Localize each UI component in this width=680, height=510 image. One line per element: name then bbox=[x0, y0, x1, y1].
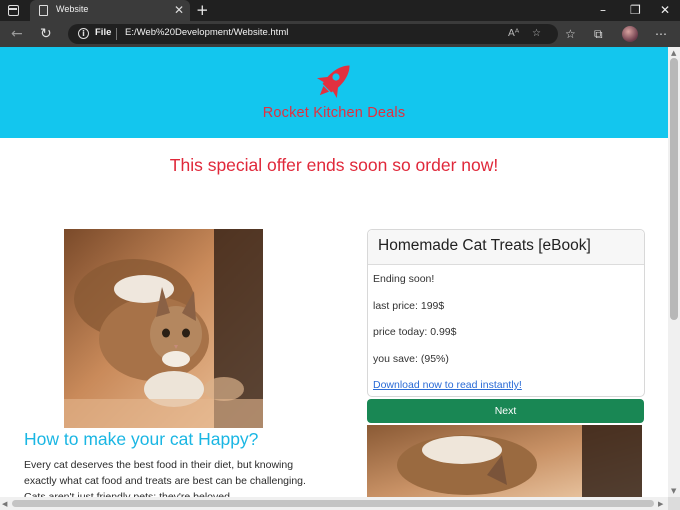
address-url[interactable]: E:/Web%20Development/Website.html bbox=[125, 27, 288, 38]
horizontal-scrollbar[interactable]: ◀ ▶ bbox=[0, 497, 668, 510]
card-title: Homemade Cat Treats [eBook] bbox=[378, 237, 591, 254]
tab-website[interactable]: Website ✕ bbox=[30, 0, 190, 21]
horizontal-scroll-thumb[interactable] bbox=[12, 500, 654, 507]
reload-icon[interactable]: ↻ bbox=[40, 25, 52, 43]
product-card: Homemade Cat Treats [eBook] Ending soon!… bbox=[367, 229, 645, 397]
card-savings: you save: (95%) bbox=[373, 353, 449, 365]
address-scheme: File bbox=[95, 27, 112, 38]
scroll-right-arrow-icon[interactable]: ▶ bbox=[658, 500, 663, 508]
new-tab-button[interactable]: + bbox=[196, 1, 209, 19]
card-price-today: price today: 0.99$ bbox=[373, 326, 457, 338]
tab-title: Website bbox=[56, 4, 89, 14]
cat-photo bbox=[64, 229, 263, 428]
card-status: Ending soon! bbox=[373, 273, 435, 285]
toolbar: ← ↻ i File E:/Web%20Development/Website.… bbox=[0, 21, 680, 47]
more-menu-icon[interactable]: ⋯ bbox=[655, 25, 667, 43]
article-body: Every cat deserves the best food in thei… bbox=[24, 459, 306, 497]
address-divider bbox=[116, 28, 117, 40]
scroll-down-arrow-icon[interactable]: ▼ bbox=[671, 487, 676, 495]
read-aloud-icon[interactable]: Aᴬ bbox=[508, 26, 519, 42]
download-link[interactable]: Download now to read instantly! bbox=[373, 379, 522, 391]
profile-avatar[interactable] bbox=[622, 26, 638, 42]
web-page: Rocket Kitchen Deals This special offer … bbox=[0, 47, 668, 497]
address-bar[interactable]: i File E:/Web%20Development/Website.html… bbox=[68, 24, 558, 44]
tab-strip: Website ✕ + – ❐ ✕ bbox=[0, 0, 680, 21]
back-arrow-icon[interactable]: ← bbox=[11, 25, 23, 43]
card-last-price: last price: 199$ bbox=[373, 300, 445, 312]
add-favorite-icon[interactable]: ☆ bbox=[532, 26, 541, 42]
window-icon[interactable] bbox=[8, 5, 19, 16]
close-tab-icon[interactable]: ✕ bbox=[174, 3, 184, 17]
collections-icon[interactable]: ⧉ bbox=[594, 25, 603, 43]
info-icon[interactable]: i bbox=[78, 28, 89, 39]
close-window-button[interactable]: ✕ bbox=[660, 2, 670, 18]
vertical-scrollbar[interactable]: ▲ ▼ bbox=[668, 47, 680, 497]
cat-photo-secondary bbox=[367, 425, 642, 497]
page-favicon-icon bbox=[39, 5, 48, 16]
scroll-up-arrow-icon[interactable]: ▲ bbox=[671, 49, 676, 57]
article-title: How to make your cat Happy? bbox=[24, 429, 259, 449]
minimize-window-button[interactable]: – bbox=[600, 2, 606, 18]
next-button[interactable]: Next bbox=[367, 399, 644, 423]
hero-banner: Rocket Kitchen Deals bbox=[0, 47, 668, 138]
brand-name: Rocket Kitchen Deals bbox=[262, 105, 406, 121]
offer-heading: This special offer ends soon so order no… bbox=[169, 155, 499, 175]
rocket-icon bbox=[317, 65, 350, 98]
restore-window-button[interactable]: ❐ bbox=[630, 2, 641, 18]
card-header: Homemade Cat Treats [eBook] bbox=[368, 230, 644, 265]
scroll-left-arrow-icon[interactable]: ◀ bbox=[2, 500, 7, 508]
scrollbar-corner bbox=[668, 497, 680, 510]
vertical-scroll-thumb[interactable] bbox=[670, 58, 678, 320]
favorites-icon[interactable]: ☆ bbox=[565, 25, 576, 43]
